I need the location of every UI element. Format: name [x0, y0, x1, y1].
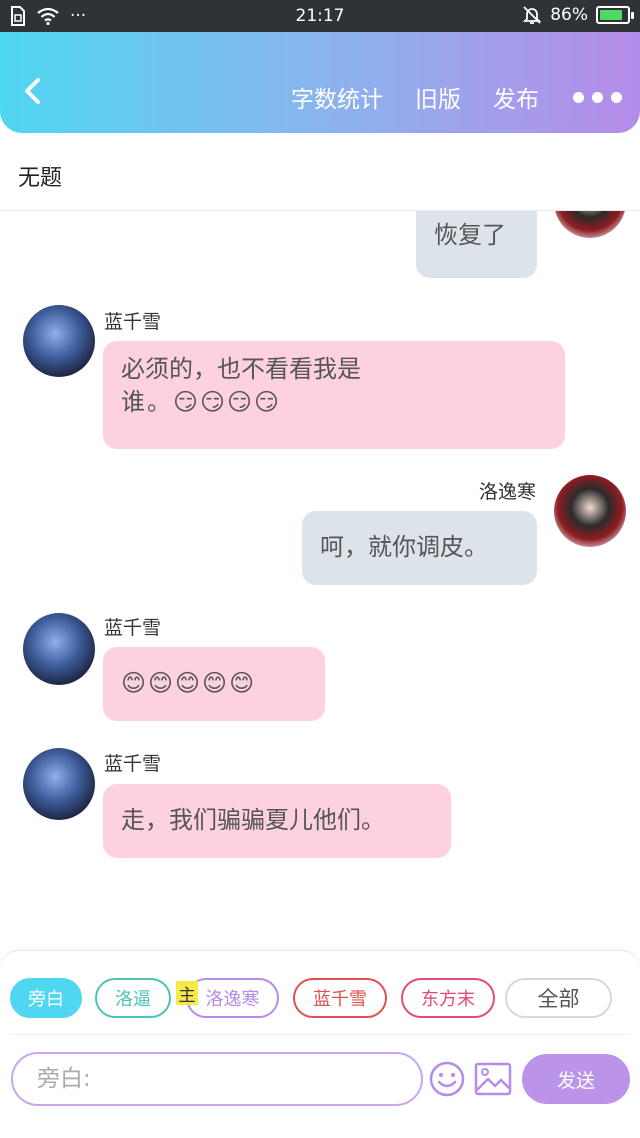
message-bubble[interactable]: 呵，就你调皮。 [302, 511, 537, 585]
avatar[interactable] [554, 475, 626, 547]
speaker-name: 蓝千雪 [104, 311, 162, 333]
battery-percent: 86% [550, 5, 588, 25]
message-text: 恢复了 [434, 221, 506, 249]
speaker-name: 蓝千雪 [104, 753, 162, 775]
avatar[interactable] [23, 305, 95, 377]
top-app-bar: 字数统计 旧版 发布 [0, 32, 640, 133]
message-bubble[interactable]: 必须的，也不看看我是 谁。😏😏😏😏 [103, 341, 565, 449]
old-version-button[interactable]: 旧版 [415, 80, 461, 114]
publish-button[interactable]: 发布 [493, 80, 539, 114]
role-chip-luo-bi[interactable]: 洛逼 [95, 978, 171, 1018]
send-button[interactable]: 发送 [522, 1054, 630, 1104]
document-title[interactable]: 无题 [18, 160, 62, 192]
message-bubble[interactable]: 走，我们骗骗夏儿他们。 [103, 784, 451, 858]
composer-panel: 旁白 洛逼 洛逸寒 蓝千雪 东方末 全部 [0, 950, 640, 1138]
message-text: 谁。😏😏😏😏 [121, 388, 282, 416]
main-role-badge: 主 [176, 981, 198, 1006]
message-text: 走，我们骗骗夏儿他们。 [121, 806, 385, 834]
chat-list[interactable]: 恢复了 蓝千雪 必须的，也不看看我是 谁。😏😏😏😏 洛逸寒 呵，就你调皮。 蓝千… [0, 211, 640, 951]
message-bubble[interactable]: 😊😊😊😊😊 [103, 647, 325, 721]
avatar[interactable] [23, 613, 95, 685]
bell-muted-icon [523, 6, 542, 24]
emoji-icon[interactable] [427, 1059, 467, 1099]
divider [10, 1034, 630, 1035]
avatar[interactable] [23, 748, 95, 820]
role-chip-narration[interactable]: 旁白 [10, 978, 82, 1018]
more-options-icon[interactable] [573, 91, 622, 103]
avatar[interactable] [554, 211, 626, 238]
word-count-button[interactable]: 字数统计 [291, 80, 383, 114]
status-bar: ··· 21:17 86% [0, 0, 640, 32]
image-icon[interactable] [473, 1059, 513, 1099]
back-icon[interactable] [20, 76, 46, 106]
message-input[interactable] [11, 1052, 423, 1106]
role-chip-all[interactable]: 全部 [505, 978, 612, 1018]
speaker-name: 洛逸寒 [478, 481, 536, 503]
speaker-name: 蓝千雪 [104, 617, 162, 639]
battery-icon [596, 6, 634, 24]
role-chip-lan-qianxue[interactable]: 蓝千雪 [293, 978, 387, 1018]
message-text: 呵，就你调皮。 [320, 533, 488, 561]
role-chip-dong-fangmo[interactable]: 东方末 [401, 978, 495, 1018]
message-text: 😊😊😊😊😊 [121, 669, 257, 697]
role-chip-luo-yihan[interactable]: 洛逸寒 [186, 978, 279, 1018]
message-text: 必须的，也不看看我是 [121, 355, 361, 383]
message-bubble[interactable]: 恢复了 [416, 211, 537, 278]
